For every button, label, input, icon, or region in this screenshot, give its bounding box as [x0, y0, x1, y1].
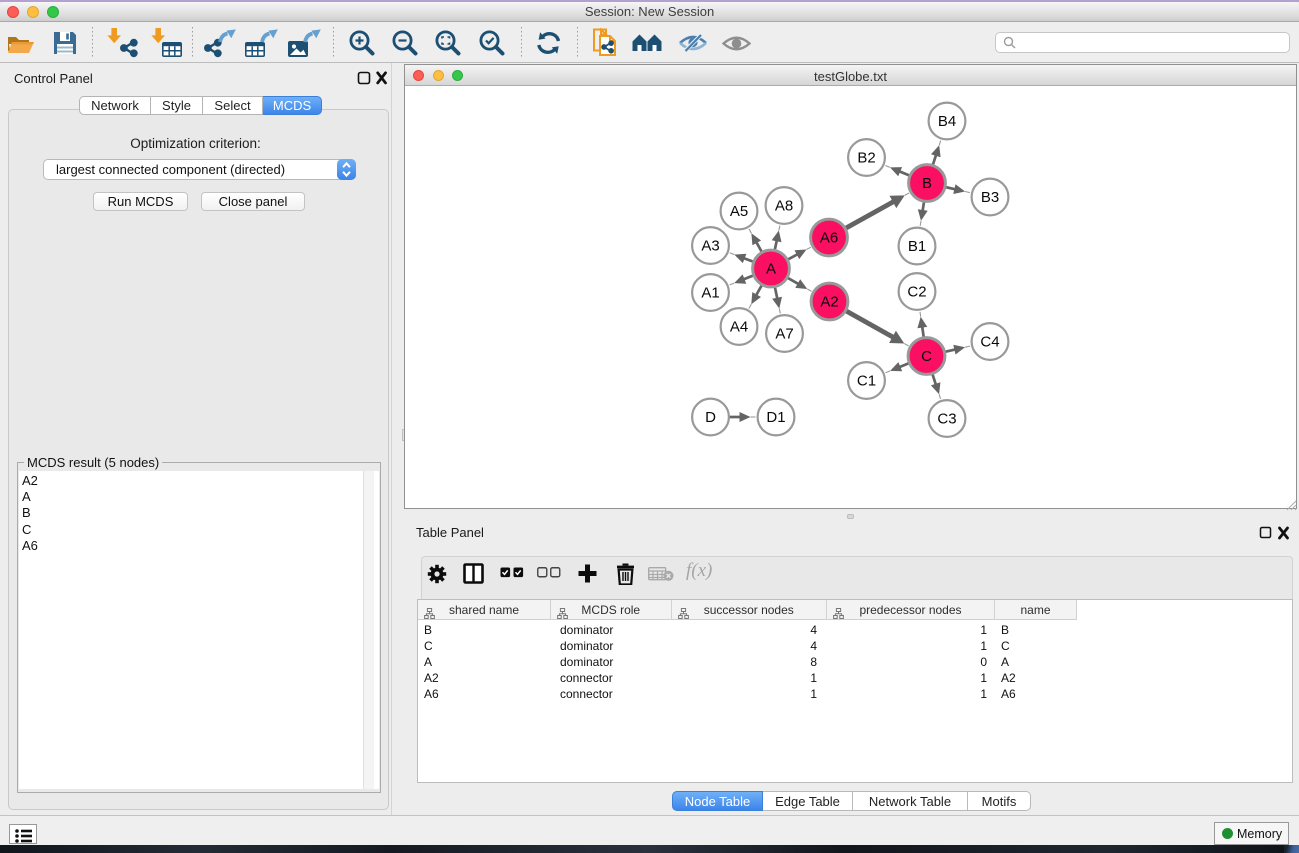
- svg-text:A8: A8: [775, 198, 793, 215]
- svg-text:A3: A3: [701, 238, 719, 255]
- svg-text:D: D: [705, 409, 716, 426]
- svg-text:C3: C3: [937, 411, 956, 428]
- svg-text:C1: C1: [857, 373, 876, 390]
- svg-text:A1: A1: [701, 285, 719, 302]
- svg-text:A: A: [766, 261, 776, 278]
- svg-text:A6: A6: [820, 230, 838, 247]
- svg-text:A5: A5: [730, 203, 748, 220]
- svg-text:A2: A2: [820, 294, 838, 311]
- svg-text:B: B: [922, 175, 932, 192]
- svg-text:B4: B4: [938, 113, 956, 130]
- svg-text:C2: C2: [907, 284, 926, 301]
- svg-text:B3: B3: [981, 189, 999, 206]
- svg-text:B1: B1: [908, 238, 926, 255]
- svg-text:C: C: [921, 348, 932, 365]
- svg-text:A4: A4: [730, 319, 748, 336]
- svg-text:B2: B2: [857, 150, 875, 167]
- svg-text:D1: D1: [766, 409, 785, 426]
- svg-text:C4: C4: [980, 334, 999, 351]
- svg-text:A7: A7: [775, 326, 793, 343]
